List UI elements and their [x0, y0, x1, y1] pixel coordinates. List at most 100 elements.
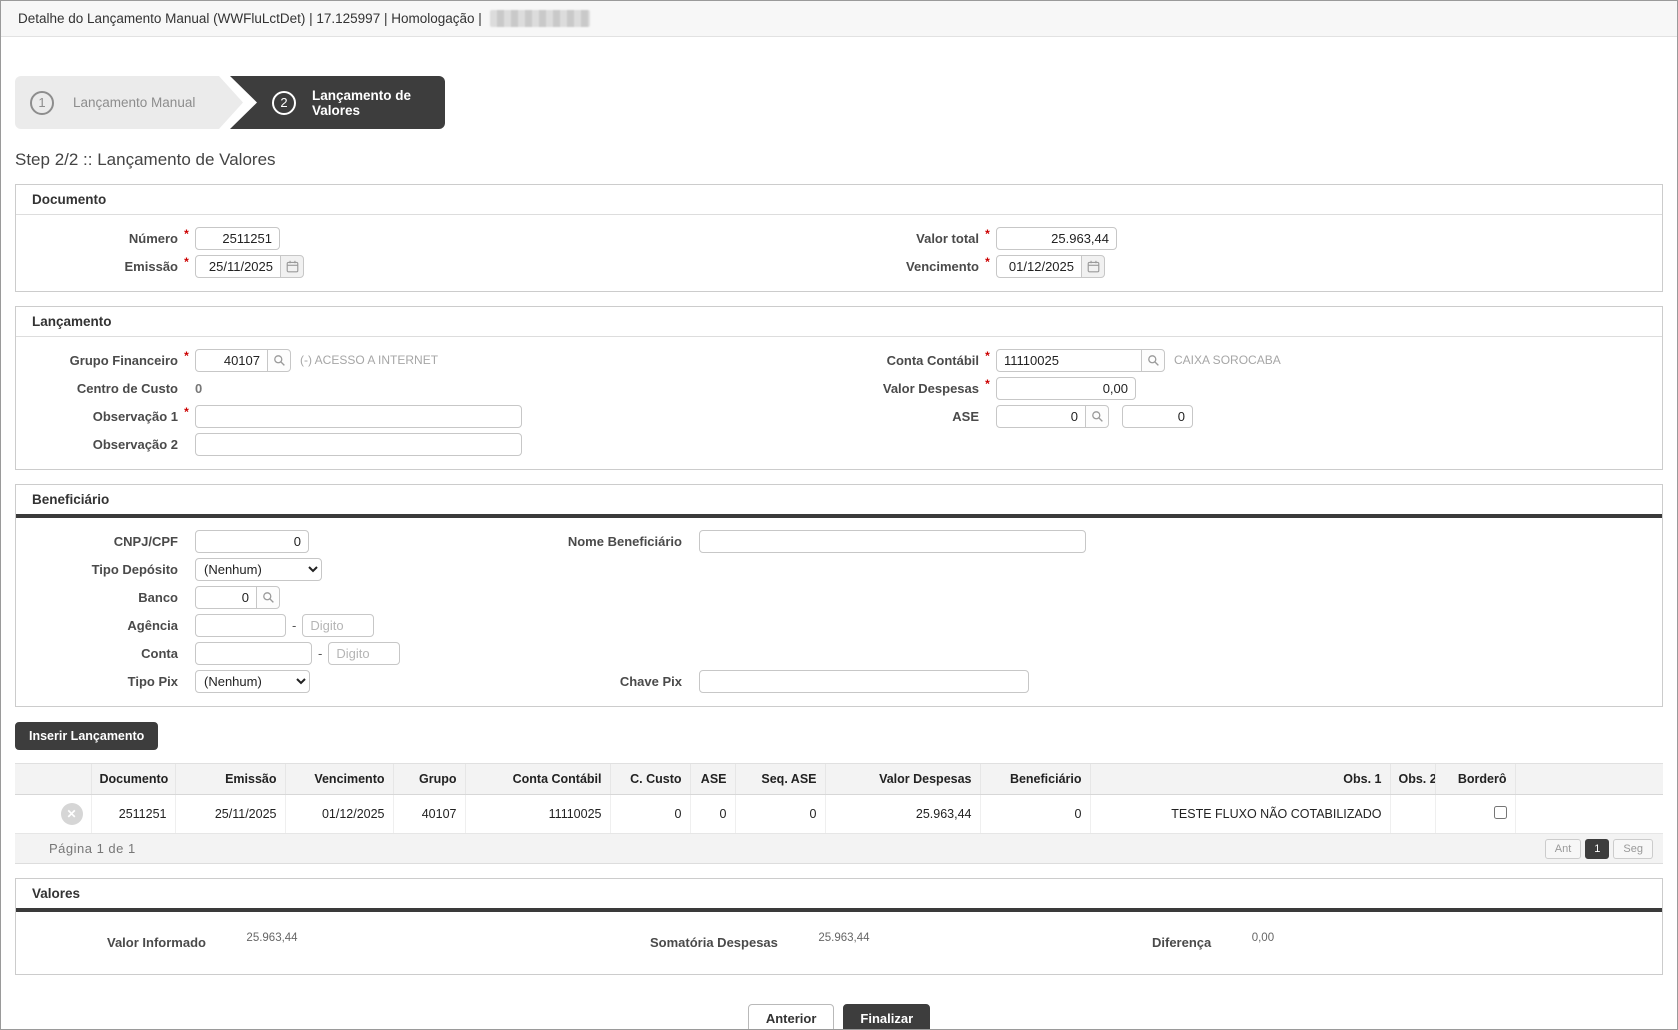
conta-contabil-caption: CAIXA SOROCABA	[1174, 353, 1281, 367]
col-bordero: Borderô	[1435, 764, 1515, 795]
col-filler	[1515, 764, 1663, 795]
grupo-financeiro-search-icon[interactable]	[267, 349, 291, 372]
section-valores-title: Valores	[16, 879, 1662, 912]
wizard-step-2-active[interactable]: 2 Lançamento de Valores	[230, 76, 445, 129]
step-1-label: Lançamento Manual	[73, 95, 195, 110]
ase-search-icon[interactable]	[1085, 405, 1109, 428]
cell-documento: 2511251	[91, 795, 175, 834]
emissao-input[interactable]	[195, 255, 281, 278]
page-title: Detalhe do Lançamento Manual (WWFluLctDe…	[18, 11, 482, 26]
somatoria-despesas: Somatória Despesas 25.963,44	[650, 934, 870, 952]
somatoria-despesas-value: 25.963,44	[818, 932, 869, 944]
cell-conta-contabil: 11110025	[465, 795, 610, 834]
inserir-lancamento-button[interactable]: Inserir Lançamento	[15, 722, 158, 750]
banco-search-icon[interactable]	[256, 586, 280, 609]
diferenca-label: Diferença	[1152, 935, 1211, 950]
required-asterisk: *	[979, 227, 996, 241]
valor-total-input[interactable]	[996, 227, 1117, 250]
pagination-page-1-button[interactable]: 1	[1585, 839, 1609, 859]
window-titlebar: Detalhe do Lançamento Manual (WWFluLctDe…	[1, 1, 1677, 37]
emissao-label: Emissão	[16, 259, 178, 274]
vencimento-input[interactable]	[996, 255, 1082, 278]
observacao2-input[interactable]	[195, 433, 522, 456]
conta-label: Conta	[16, 646, 178, 661]
required-asterisk: *	[979, 377, 996, 391]
cell-obs1: TESTE FLUXO NÃO COTABILIZADO	[1090, 795, 1390, 834]
wizard-step-1[interactable]: 1 Lançamento Manual	[15, 76, 247, 129]
col-vencimento: Vencimento	[285, 764, 393, 795]
numero-input[interactable]	[195, 227, 280, 250]
conta-contabil-input[interactable]	[996, 349, 1142, 372]
col-grupo: Grupo	[393, 764, 465, 795]
required-asterisk: *	[979, 255, 996, 269]
col-obs2: Obs. 2	[1390, 764, 1435, 795]
centro-custo-label: Centro de Custo	[16, 381, 178, 396]
nome-beneficiario-input[interactable]	[699, 530, 1086, 553]
table-footer: Página 1 de 1 Ant 1 Seg	[15, 834, 1663, 864]
table-row: ✕ 2511251 25/11/2025 01/12/2025 40107 11…	[15, 795, 1663, 834]
valor-despesas-input[interactable]	[996, 377, 1136, 400]
finalizar-button[interactable]: Finalizar	[843, 1004, 930, 1030]
col-conta-contabil: Conta Contábil	[465, 764, 610, 795]
somatoria-despesas-label: Somatória Despesas	[650, 935, 778, 950]
observacao1-label: Observação 1	[16, 409, 178, 424]
observacao1-input[interactable]	[195, 405, 522, 428]
conta-input[interactable]	[195, 642, 312, 665]
cnpj-cpf-label: CNPJ/CPF	[16, 534, 178, 549]
section-documento: Documento Número * Emissão *	[15, 184, 1663, 292]
required-asterisk: *	[178, 405, 195, 419]
agencia-digito-input[interactable]	[302, 614, 374, 637]
banco-input[interactable]	[195, 586, 257, 609]
banco-label: Banco	[16, 590, 178, 605]
emissao-calendar-icon[interactable]	[280, 255, 304, 278]
chave-pix-input[interactable]	[699, 670, 1029, 693]
section-lancamento: Lançamento Grupo Financeiro * (-) ACESSO…	[15, 306, 1663, 470]
tipo-deposito-select[interactable]: (Nenhum)	[195, 558, 322, 581]
cell-vencimento: 01/12/2025	[285, 795, 393, 834]
section-valores: Valores Valor Informado 25.963,44 Somató…	[15, 878, 1663, 975]
cell-ase: 0	[690, 795, 735, 834]
delete-row-button[interactable]: ✕	[61, 803, 83, 825]
diferenca: Diferença 0,00	[1152, 934, 1274, 952]
anterior-button[interactable]: Anterior	[748, 1004, 835, 1030]
tipo-pix-select[interactable]: (Nenhum)	[195, 670, 310, 693]
ase-input[interactable]	[996, 405, 1086, 428]
valor-total-label: Valor total	[839, 231, 979, 246]
col-ase: ASE	[690, 764, 735, 795]
required-asterisk: *	[178, 255, 195, 269]
table-header-row: Documento Emissão Vencimento Grupo Conta…	[15, 764, 1663, 795]
section-beneficiario: Beneficiário CNPJ/CPF Tipo Depósito	[15, 484, 1663, 707]
cell-valor-despesas: 25.963,44	[825, 795, 980, 834]
bordero-checkbox[interactable]	[1494, 806, 1507, 819]
grupo-financeiro-input[interactable]	[195, 349, 268, 372]
cell-c-custo: 0	[610, 795, 690, 834]
numero-label: Número	[16, 231, 178, 246]
redacted-text-block	[490, 10, 590, 27]
step-2-label: Lançamento de Valores	[312, 88, 445, 118]
col-seq-ase: Seq. ASE	[735, 764, 825, 795]
col-delete	[15, 764, 91, 795]
conta-digito-input[interactable]	[328, 642, 400, 665]
section-documento-title: Documento	[16, 185, 1662, 215]
diferenca-value: 0,00	[1252, 932, 1274, 944]
required-asterisk: *	[178, 227, 195, 241]
cell-filler	[1515, 795, 1663, 834]
vencimento-calendar-icon[interactable]	[1081, 255, 1105, 278]
col-emissao: Emissão	[175, 764, 285, 795]
step-1-number: 1	[30, 91, 54, 115]
pagination-prev-button[interactable]: Ant	[1545, 839, 1582, 859]
cnpj-cpf-input[interactable]	[195, 530, 309, 553]
col-beneficiario: Beneficiário	[980, 764, 1090, 795]
section-lancamento-title: Lançamento	[16, 307, 1662, 337]
col-c-custo: C. Custo	[610, 764, 690, 795]
agencia-input[interactable]	[195, 614, 286, 637]
valor-informado-value: 25.963,44	[246, 932, 297, 944]
cell-grupo: 40107	[393, 795, 465, 834]
dash-separator: -	[318, 646, 322, 661]
grupo-financeiro-label: Grupo Financeiro	[16, 353, 178, 368]
ase-seq-input[interactable]	[1122, 405, 1193, 428]
conta-contabil-search-icon[interactable]	[1141, 349, 1165, 372]
tipo-deposito-label: Tipo Depósito	[16, 562, 178, 577]
required-asterisk: *	[979, 349, 996, 363]
pagination-next-button[interactable]: Seg	[1613, 839, 1653, 859]
